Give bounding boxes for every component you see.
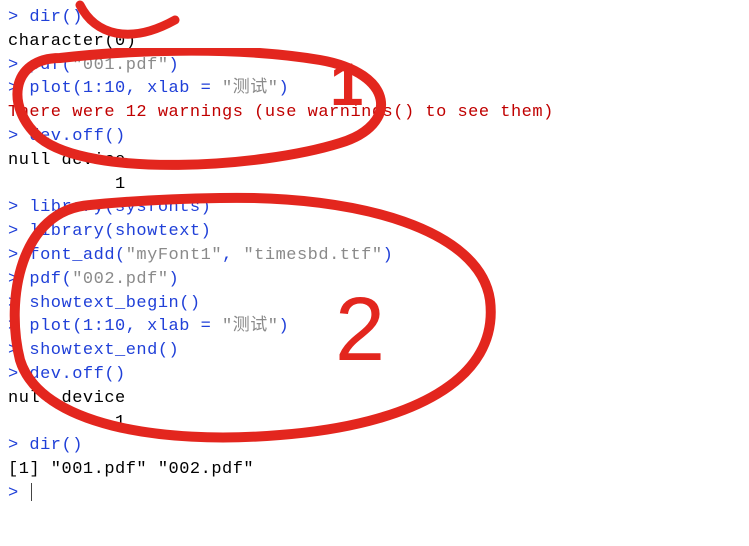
string-literal: "timesbd.ttf" bbox=[243, 246, 382, 265]
console-prompt: > bbox=[8, 198, 29, 217]
console-line: > dev.off() bbox=[8, 363, 749, 387]
console-line: > dir() bbox=[8, 434, 749, 458]
console-output: 1 bbox=[8, 175, 136, 194]
console-prompt: > bbox=[8, 56, 29, 75]
console-output: null device bbox=[8, 389, 136, 408]
console-code: ) bbox=[383, 246, 394, 265]
console-line: [1] "001.pdf" "002.pdf" bbox=[8, 458, 749, 482]
console-line: > pdf("001.pdf") bbox=[8, 54, 749, 78]
console-code: dev.off() bbox=[29, 365, 125, 384]
console-code: , bbox=[222, 246, 243, 265]
console-prompt: > bbox=[8, 79, 29, 98]
string-literal: "测试" bbox=[222, 317, 278, 336]
console-prompt: > bbox=[8, 294, 29, 313]
string-literal: "myFont1" bbox=[126, 246, 222, 265]
console-code: dir() bbox=[29, 8, 83, 27]
console-line: 1 bbox=[8, 173, 749, 197]
console-line: 1 bbox=[8, 411, 749, 435]
console-line: > font_add("myFont1", "timesbd.ttf") bbox=[8, 244, 749, 268]
console-code: plot(1:10, xlab = bbox=[29, 317, 222, 336]
console-code: library(showtext) bbox=[29, 222, 211, 241]
console-code: plot(1:10, xlab = bbox=[29, 79, 222, 98]
console-warning: There were 12 warnings (use warnings() t… bbox=[8, 103, 554, 122]
console-prompt: > bbox=[8, 484, 29, 503]
console-code: ) bbox=[278, 79, 289, 98]
console-output: null device bbox=[8, 151, 136, 170]
console-prompt: > bbox=[8, 246, 29, 265]
console-line: > dev.off() bbox=[8, 125, 749, 149]
console-line: There were 12 warnings (use warnings() t… bbox=[8, 101, 749, 125]
string-literal: "测试" bbox=[222, 79, 278, 98]
console-output: [1] "001.pdf" "002.pdf" bbox=[8, 460, 254, 479]
r-console[interactable]: > dir()character(0)> pdf("001.pdf")> plo… bbox=[8, 6, 749, 506]
console-code: font_add( bbox=[29, 246, 125, 265]
console-code: pdf( bbox=[29, 270, 72, 289]
console-code: ) bbox=[169, 270, 180, 289]
console-prompt: > bbox=[8, 365, 29, 384]
console-line: null device bbox=[8, 149, 749, 173]
console-line: character(0) bbox=[8, 30, 749, 54]
console-prompt: > bbox=[8, 127, 29, 146]
console-line: > bbox=[8, 482, 749, 506]
console-line: null device bbox=[8, 387, 749, 411]
console-line: > showtext_begin() bbox=[8, 292, 749, 316]
console-code: pdf( bbox=[29, 56, 72, 75]
console-line: > dir() bbox=[8, 6, 749, 30]
console-output: character(0) bbox=[8, 32, 136, 51]
console-code: dir() bbox=[29, 436, 83, 455]
console-line: > plot(1:10, xlab = "测试") bbox=[8, 77, 749, 101]
console-prompt: > bbox=[8, 8, 29, 27]
console-line: > showtext_end() bbox=[8, 339, 749, 363]
console-code: library(sysfonts) bbox=[29, 198, 211, 217]
console-prompt: > bbox=[8, 341, 29, 360]
text-cursor bbox=[31, 483, 32, 501]
console-code: showtext_end() bbox=[29, 341, 179, 360]
console-prompt: > bbox=[8, 436, 29, 455]
console-code: dev.off() bbox=[29, 127, 125, 146]
console-line: > library(showtext) bbox=[8, 220, 749, 244]
console-code: ) bbox=[169, 56, 180, 75]
console-prompt: > bbox=[8, 270, 29, 289]
console-line: > pdf("002.pdf") bbox=[8, 268, 749, 292]
console-line: > plot(1:10, xlab = "测试") bbox=[8, 315, 749, 339]
string-literal: "001.pdf" bbox=[72, 56, 168, 75]
console-prompt: > bbox=[8, 222, 29, 241]
console-line: > library(sysfonts) bbox=[8, 196, 749, 220]
console-code: ) bbox=[278, 317, 289, 336]
console-prompt: > bbox=[8, 317, 29, 336]
string-literal: "002.pdf" bbox=[72, 270, 168, 289]
console-output: 1 bbox=[8, 413, 136, 432]
console-code: showtext_begin() bbox=[29, 294, 200, 313]
